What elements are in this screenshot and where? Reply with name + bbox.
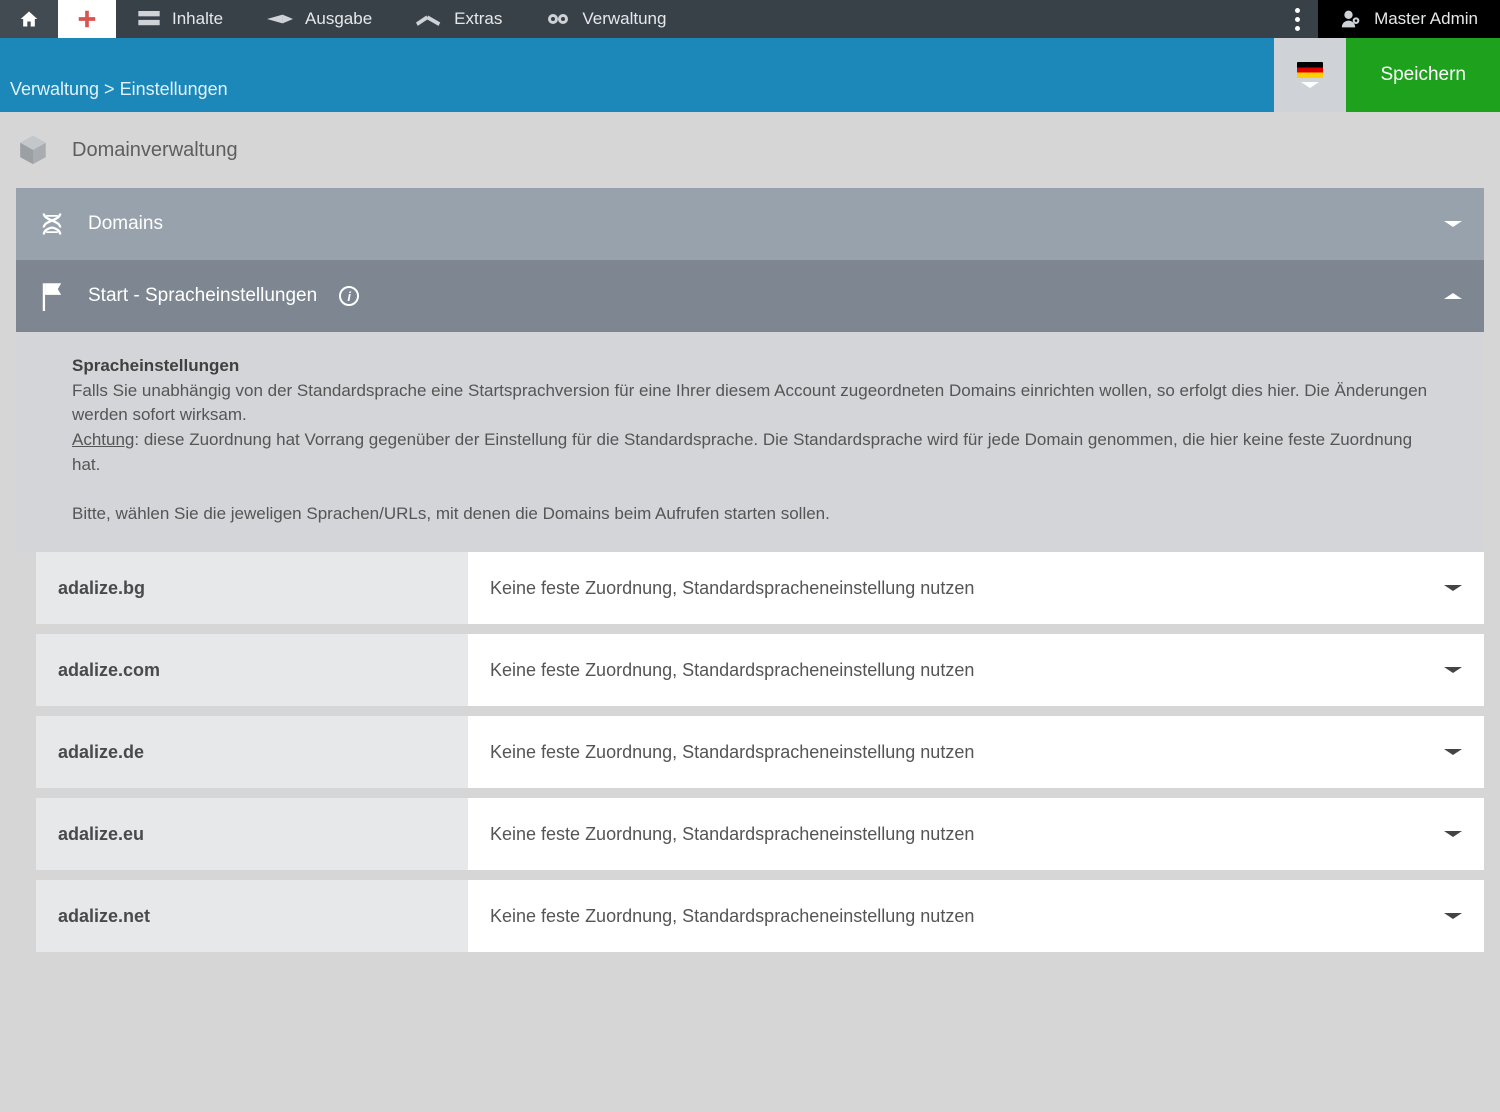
chevron-down-icon [1444, 667, 1462, 673]
table-row: adalize.bg Keine feste Zuordnung, Standar… [36, 552, 1484, 624]
select-value: Keine feste Zuordnung, Standardsprachene… [490, 660, 1432, 681]
output-icon [267, 12, 293, 26]
chevron-down-icon [1444, 831, 1462, 837]
lang-paragraph-1: Falls Sie unabhängig von der Standardspr… [72, 379, 1428, 428]
table-row: adalize.net Keine feste Zuordnung, Standa… [36, 880, 1484, 952]
domain-label: adalize.com [36, 634, 468, 706]
gears-icon [546, 10, 570, 28]
group-header-lang[interactable]: Start - Spracheinstellungen i [16, 260, 1484, 332]
language-select[interactable]: Keine feste Zuordnung, Standardsprachene… [468, 552, 1484, 624]
dna-icon [38, 210, 66, 238]
home-button[interactable] [0, 0, 58, 38]
table-row: adalize.de Keine feste Zuordnung, Standar… [36, 716, 1484, 788]
flag-de-icon [1297, 62, 1323, 78]
info-icon[interactable]: i [339, 286, 359, 306]
more-menu-button[interactable] [1277, 0, 1318, 38]
flag-icon [38, 281, 66, 311]
domain-label: adalize.de [36, 716, 468, 788]
chevron-down-icon [1444, 749, 1462, 755]
language-select[interactable]: Keine feste Zuordnung, Standardsprachene… [468, 798, 1484, 870]
user-icon [1340, 9, 1362, 29]
language-select[interactable]: Keine feste Zuordnung, Standardsprachene… [468, 880, 1484, 952]
plus-icon [76, 8, 98, 30]
lang-paragraph-2: : diese Zuordnung hat Vorrang gegenüber … [72, 430, 1412, 474]
save-button-label: Speichern [1380, 64, 1466, 86]
lang-paragraph-3: Bitte, wählen Sie die jeweligen Sprachen… [72, 502, 1428, 527]
top-nav: Inhalte Ausgabe Extras Verwaltung Master… [0, 0, 1500, 38]
group-title: Domains [88, 213, 163, 235]
select-value: Keine feste Zuordnung, Standardsprachene… [490, 578, 1432, 599]
cube-icon [16, 133, 50, 167]
page-title: Domainverwaltung [72, 139, 238, 162]
group-header-domains[interactable]: Domains [16, 188, 1484, 260]
select-value: Keine feste Zuordnung, Standardsprachene… [490, 742, 1432, 763]
chevron-down-icon [1301, 82, 1319, 88]
nav-item-verwaltung[interactable]: Verwaltung [524, 0, 688, 38]
table-row: adalize.eu Keine feste Zuordnung, Standar… [36, 798, 1484, 870]
language-selector[interactable] [1274, 38, 1346, 112]
group-body-lang: Spracheinstellungen Falls Sie unabhängig… [16, 332, 1484, 552]
nav-item-label: Extras [454, 9, 502, 29]
language-select[interactable]: Keine feste Zuordnung, Standardsprachene… [468, 716, 1484, 788]
lang-heading: Spracheinstellungen [72, 356, 239, 375]
chevron-down-icon [1444, 585, 1462, 591]
chevron-up-icon [1444, 293, 1462, 299]
chevron-down-icon [1444, 913, 1462, 919]
nav-item-ausgabe[interactable]: Ausgabe [245, 0, 394, 38]
domain-rows: adalize.bg Keine feste Zuordnung, Standar… [36, 552, 1484, 952]
section-title-bar: Domainverwaltung [0, 112, 1500, 188]
group-title: Start - Spracheinstellungen [88, 285, 317, 307]
select-value: Keine feste Zuordnung, Standardsprachene… [490, 906, 1432, 927]
chevron-down-icon [1444, 221, 1462, 227]
domain-label: adalize.eu [36, 798, 468, 870]
domain-label: adalize.bg [36, 552, 468, 624]
table-row: adalize.com Keine feste Zuordnung, Standa… [36, 634, 1484, 706]
extras-icon [416, 12, 442, 26]
lang-attention-label: Achtung [72, 430, 134, 449]
save-button[interactable]: Speichern [1346, 38, 1500, 112]
home-icon [18, 9, 40, 29]
nav-item-label: Inhalte [172, 9, 223, 29]
domain-label: adalize.net [36, 880, 468, 952]
nav-item-extras[interactable]: Extras [394, 0, 524, 38]
language-select[interactable]: Keine feste Zuordnung, Standardsprachene… [468, 634, 1484, 706]
admin-label: Master Admin [1374, 9, 1478, 29]
nav-item-inhalte[interactable]: Inhalte [116, 0, 245, 38]
breadcrumb[interactable]: Verwaltung > Einstellungen [0, 79, 238, 112]
admin-menu-button[interactable]: Master Admin [1318, 0, 1500, 38]
content-icon [138, 11, 160, 27]
nav-item-label: Ausgabe [305, 9, 372, 29]
select-value: Keine feste Zuordnung, Standardsprachene… [490, 824, 1432, 845]
nav-item-label: Verwaltung [582, 9, 666, 29]
plus-button[interactable] [58, 0, 116, 38]
kebab-icon [1295, 8, 1300, 31]
subheader: Verwaltung > Einstellungen Speichern [0, 38, 1500, 112]
